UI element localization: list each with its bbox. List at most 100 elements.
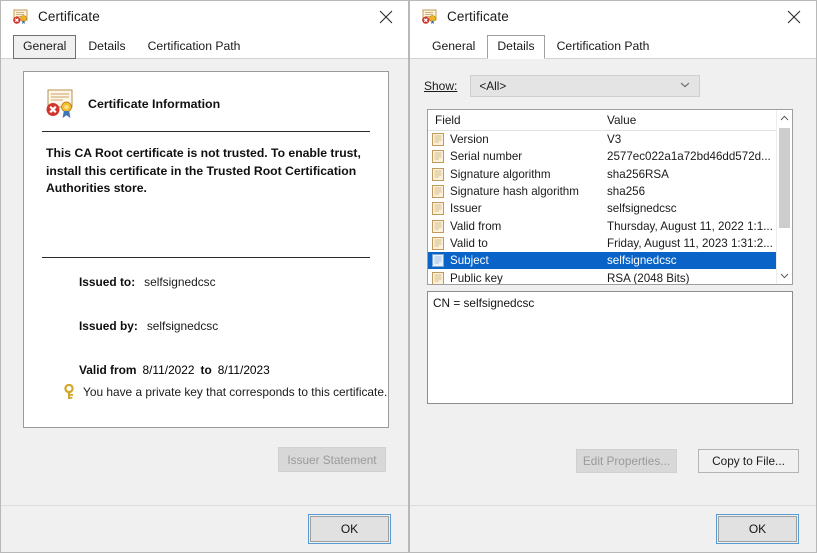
certificate-field-icon [432, 133, 444, 147]
valid-from-label: Valid from [79, 362, 137, 377]
close-icon[interactable] [363, 1, 408, 32]
valid-to-value: 8/11/2023 [217, 362, 270, 377]
chevron-down-icon[interactable] [777, 268, 792, 284]
cell-field-text: Signature algorithm [450, 167, 551, 181]
cell-field-text: Signature hash algorithm [450, 185, 579, 199]
window-title: Certificate [447, 9, 509, 24]
tabbody-general: Certificate Information This CA Root cer… [1, 59, 408, 552]
window-title: Certificate [38, 9, 100, 24]
scrollbar-thumb[interactable] [779, 128, 790, 228]
issued-by-label: Issued by: [79, 318, 138, 333]
tab-details[interactable]: Details [487, 35, 545, 59]
cell-field: Valid from [428, 219, 600, 233]
cell-field: Public key [428, 271, 600, 285]
cell-field: Serial number [428, 150, 600, 164]
table-row[interactable]: Signature algorithm sha256RSA [428, 166, 792, 183]
table-row[interactable]: Public key RSA (2048 Bits) [428, 269, 792, 285]
cell-field: Signature algorithm [428, 167, 600, 181]
issued-by-value: selfsignedcsc [146, 318, 219, 333]
valid-from-value: 8/11/2022 [142, 362, 195, 377]
chevron-down-icon [680, 78, 690, 92]
grid-scrollbar[interactable] [776, 110, 792, 284]
certificate-information-header: Certificate Information [24, 72, 388, 119]
cell-value: V3 [607, 133, 622, 147]
cell-value: sha256 [607, 185, 646, 199]
certificate-field-icon [432, 271, 444, 284]
table-row[interactable]: Version V3 [428, 131, 792, 148]
certificate-untrusted-icon [421, 9, 438, 25]
column-header-field: Field [435, 113, 461, 127]
issued-to-label: Issued to: [79, 274, 136, 289]
certificate-field-icon [432, 202, 444, 216]
show-select-value: <All> [479, 79, 507, 93]
certificate-dialog-general: Certificate General Details Certificatio… [0, 0, 409, 553]
table-row[interactable]: Valid to Friday, August 11, 2023 1:31:2..… [428, 235, 792, 252]
tabstrip-left: General Details Certification Path [1, 32, 408, 59]
cell-value: Thursday, August 11, 2022 1:1... [607, 219, 773, 233]
cell-field: Issuer [428, 202, 600, 216]
key-icon [62, 383, 76, 400]
certificate-field-icon [432, 185, 444, 199]
certificate-information-panel: Certificate Information This CA Root cer… [23, 71, 389, 428]
cell-field: Version [428, 133, 600, 147]
edit-properties-button[interactable]: Edit Properties... [576, 449, 677, 473]
certificate-dialog-details: Certificate General Details Certificatio… [409, 0, 817, 553]
cell-field: Signature hash algorithm [428, 185, 600, 199]
cell-field-text: Valid from [450, 219, 502, 233]
cell-value: 2577ec022a1a72bd46dd572d... [607, 150, 771, 164]
certificate-field-icon [432, 254, 444, 268]
cell-field-text: Subject [450, 254, 489, 268]
certificate-field-icon [432, 236, 444, 250]
issued-to-row: Issued to: selfsignedcsc [24, 275, 388, 289]
trust-warning-text: This CA Root certificate is not trusted.… [46, 146, 361, 195]
ok-button[interactable]: OK [716, 514, 799, 544]
table-row[interactable]: Issuer selfsignedcsc [428, 200, 792, 217]
field-detail-textarea[interactable]: CN = selfsignedcsc [427, 291, 793, 404]
cell-field: Valid to [428, 236, 600, 250]
certificate-fields-grid[interactable]: Field Value Version V3 Serial number 2577ec… [427, 109, 793, 285]
cell-value: RSA (2048 Bits) [607, 271, 690, 285]
certificate-untrusted-icon [12, 9, 29, 25]
issuer-statement-button[interactable]: Issuer Statement [278, 447, 386, 472]
private-key-note: You have a private key that corresponds … [83, 384, 388, 399]
tab-certification-path[interactable]: Certification Path [547, 35, 660, 59]
tab-certification-path[interactable]: Certification Path [138, 35, 251, 59]
cell-field-text: Issuer [450, 202, 482, 216]
tabbody-details: Show: <All> Field Value Version V3 Serial … [410, 59, 816, 552]
table-row[interactable]: Signature hash algorithm sha256 [428, 183, 792, 200]
details-action-buttons: Edit Properties... Copy to File... [576, 449, 799, 473]
grid-rows: Version V3 Serial number 2577ec022a1a72bd46… [428, 131, 792, 285]
ok-button[interactable]: OK [308, 514, 391, 544]
table-row[interactable]: Serial number 2577ec022a1a72bd46dd572d... [428, 148, 792, 165]
table-row[interactable]: Valid from Thursday, August 11, 2022 1:1.… [428, 217, 792, 234]
cell-field-text: Serial number [450, 150, 523, 164]
footer-left: OK [1, 505, 408, 552]
footer-right: OK [410, 505, 816, 552]
certificate-info-rows: Issued to: selfsignedcsc Issued by: self… [24, 258, 388, 400]
certificate-error-seal-icon [44, 89, 78, 119]
certificate-field-icon [432, 150, 444, 164]
tab-general[interactable]: General [13, 35, 77, 59]
copy-to-file-button[interactable]: Copy to File... [698, 449, 799, 473]
cell-field-text: Version [450, 133, 489, 147]
cell-value: Friday, August 11, 2023 1:31:2... [607, 236, 773, 250]
chevron-up-icon[interactable] [777, 110, 792, 126]
tab-details[interactable]: Details [78, 35, 135, 59]
show-select[interactable]: <All> [470, 75, 701, 97]
certificate-information-title: Certificate Information [88, 97, 221, 111]
issued-to-value: selfsignedcsc [144, 274, 216, 289]
close-icon[interactable] [771, 1, 816, 32]
cell-value: sha256RSA [607, 167, 669, 181]
certificate-field-icon [432, 219, 444, 233]
show-label: Show: [424, 79, 458, 93]
valid-to-label: to [200, 362, 212, 377]
issued-by-row: Issued by: selfsignedcsc [24, 319, 388, 333]
certificate-dialogs-screen: Certificate General Details Certificatio… [0, 0, 817, 553]
column-header-value: Value [607, 113, 637, 127]
cell-field: Subject [428, 254, 600, 268]
show-filter-row: Show: <All> [424, 75, 701, 97]
titlebar-right: Certificate [410, 1, 816, 32]
cell-field-text: Public key [450, 271, 503, 285]
table-row[interactable]: Subject selfsignedcsc [428, 252, 792, 270]
tab-general[interactable]: General [422, 35, 485, 59]
